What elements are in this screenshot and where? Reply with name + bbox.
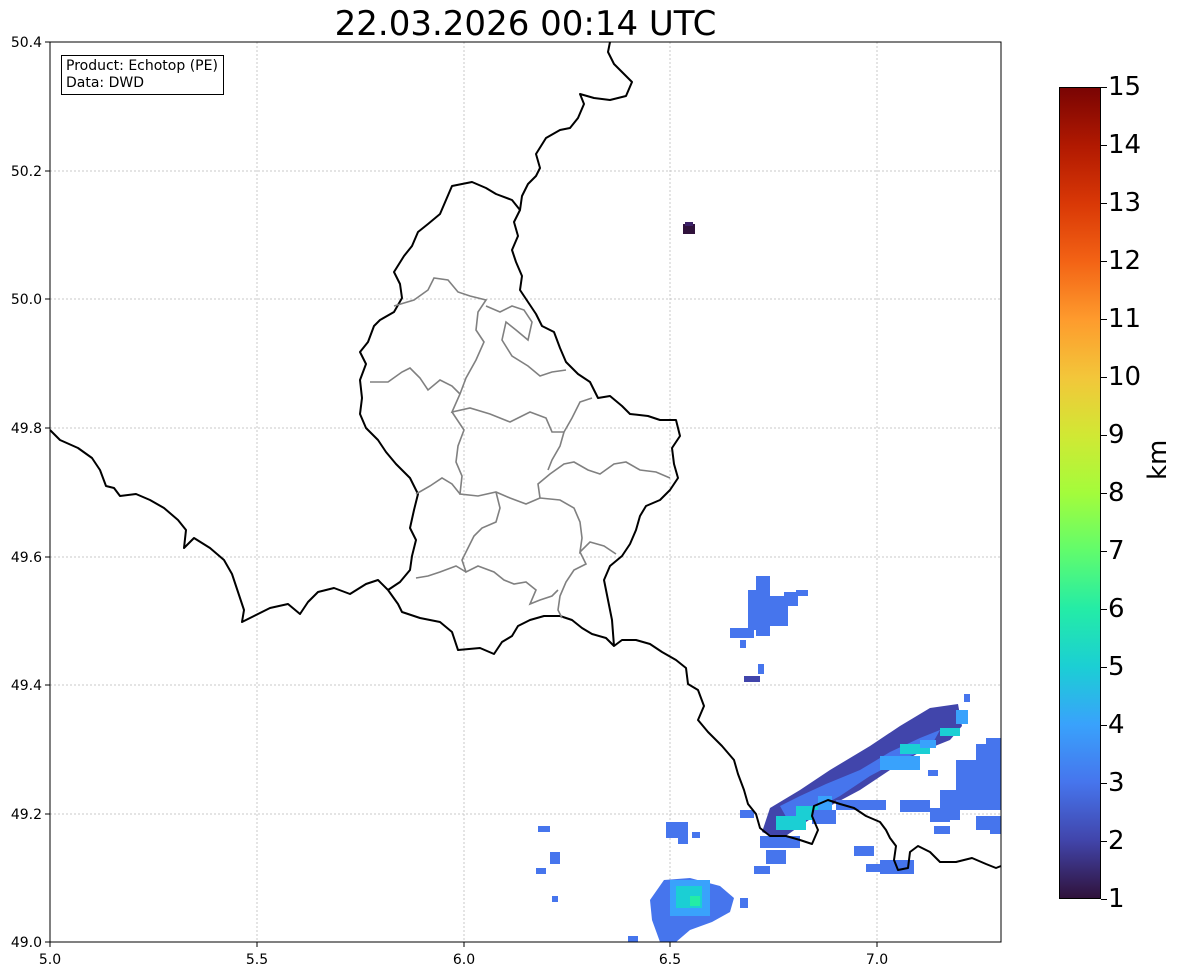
colorbar-tick-label: 10	[1108, 362, 1142, 392]
y-tick-label: 49.2	[11, 807, 42, 823]
y-tick-label: 49.8	[11, 421, 42, 437]
x-axis: 5.0 5.5 6.0 6.5 7.0	[39, 942, 888, 968]
x-tick-label: 7.0	[866, 952, 888, 968]
colorbar-tick-mark	[1101, 202, 1107, 204]
x-tick-label: 6.5	[659, 952, 681, 968]
y-tick-label: 50.4	[11, 35, 42, 51]
colorbar-label: km	[1143, 439, 1173, 480]
x-tick-label: 6.0	[453, 952, 475, 968]
y-tick-label: 49.4	[11, 678, 42, 694]
colorbar-tick-label: 8	[1108, 478, 1125, 508]
y-tick-label: 50.2	[11, 164, 42, 180]
y-axis: 49.0 49.2 49.4 49.6 49.8 50.0 50.2 50.4	[11, 35, 50, 951]
colorbar-tick-label: 6	[1108, 594, 1125, 624]
colorbar-tick-mark	[1101, 376, 1107, 378]
colorbar-tick-mark	[1101, 144, 1107, 146]
colorbar-tick-mark	[1101, 260, 1107, 262]
colorbar-tick-label: 11	[1108, 304, 1142, 334]
colorbar-tick-mark	[1101, 724, 1107, 726]
colorbar-tick-mark	[1101, 666, 1107, 668]
colorbar-tick-mark	[1101, 608, 1107, 610]
y-tick-label: 50.0	[11, 292, 42, 308]
colorbar-tick-label: 5	[1108, 652, 1125, 682]
colorbar-tick-mark	[1101, 782, 1107, 784]
colorbar-tick-label: 15	[1108, 72, 1142, 102]
info-box: Product: Echotop (PE) Data: DWD	[61, 55, 224, 95]
colorbar-tick-label: 9	[1108, 420, 1125, 450]
colorbar	[1059, 87, 1101, 899]
x-tick-label: 5.0	[39, 952, 61, 968]
colorbar-tick-mark	[1101, 492, 1107, 494]
colorbar-tick-mark	[1101, 898, 1107, 900]
echo-cell	[744, 676, 760, 682]
y-tick-label: 49.0	[11, 935, 42, 951]
radar-map: 5.0 5.5 6.0 6.5 7.0 49.0 49.2 49.4 49.6 …	[11, 35, 1002, 968]
colorbar-tick-label: 12	[1108, 246, 1142, 276]
colorbar-tick-mark	[1101, 550, 1107, 552]
colorbar-tick-mark	[1101, 86, 1107, 88]
colorbar-tick-label: 3	[1108, 768, 1125, 798]
colorbar-tick-mark	[1101, 434, 1107, 436]
colorbar-tick-label: 7	[1108, 536, 1125, 566]
data-source-label: Data: DWD	[66, 75, 144, 91]
colorbar-tick-label: 1	[1108, 884, 1125, 914]
y-tick-label: 49.6	[11, 550, 42, 566]
colorbar-tick-mark	[1101, 318, 1107, 320]
colorbar-tick-mark	[1101, 840, 1107, 842]
colorbar-tick-label: 13	[1108, 188, 1142, 218]
colorbar-tick-label: 4	[1108, 710, 1125, 740]
x-tick-label: 5.5	[246, 952, 268, 968]
colorbar-tick-label: 2	[1108, 826, 1125, 856]
product-label: Product: Echotop (PE)	[66, 58, 218, 74]
colorbar-tick-label: 14	[1108, 130, 1142, 160]
